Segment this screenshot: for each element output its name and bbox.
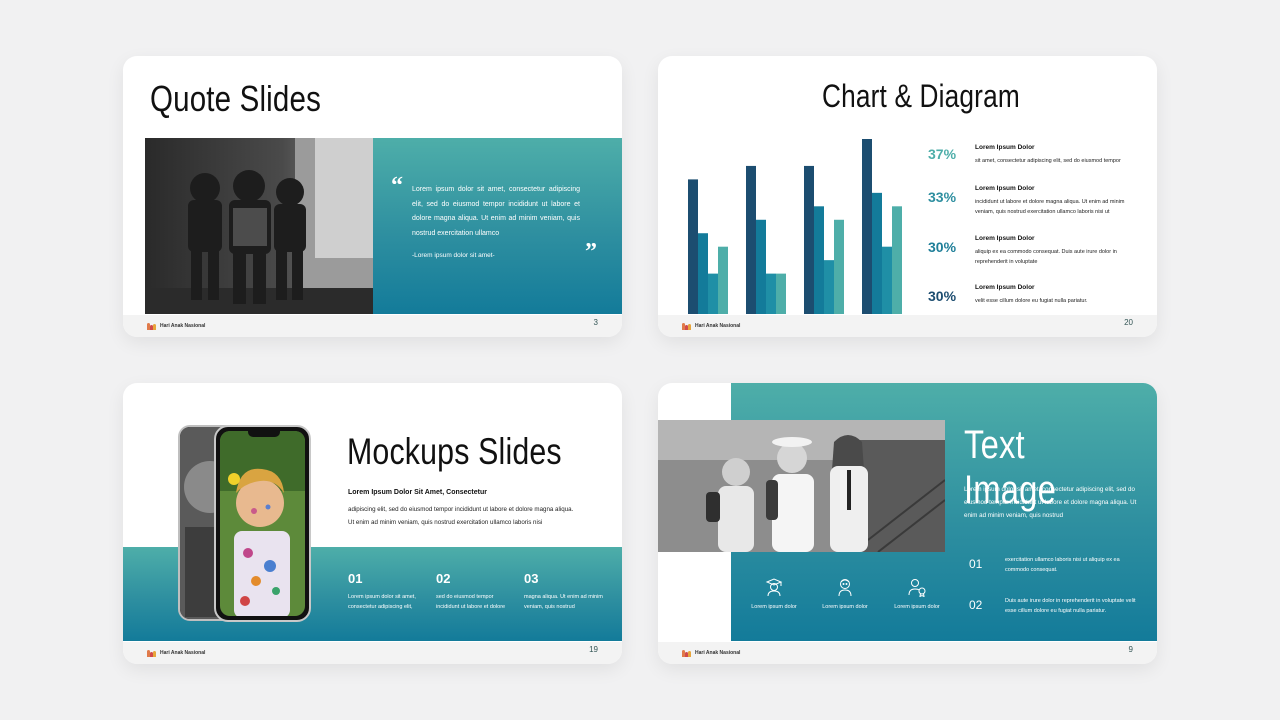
page-number: 3 <box>593 317 598 327</box>
icon-item: Lorem ipsum dolor <box>813 577 877 613</box>
bar-group1-series1 <box>688 179 698 314</box>
icon-label: Lorem ipsum dolor <box>894 604 940 610</box>
step-text: magna aliqua. Ut enim ad minim veniam, q… <box>524 594 603 611</box>
icon-label: Lorem ipsum dolor <box>822 604 868 610</box>
child-icon <box>838 579 852 597</box>
slide-footer: Hari Anak Nasional 20 <box>658 315 1157 337</box>
stat-text: aliquip ex ea commodo consequat. Duis au… <box>975 249 1117 266</box>
stat-heading: Lorem Ipsum Dolor <box>975 284 1035 291</box>
quote-attribution: -Lorem ipsum dolor sit amet- <box>412 252 495 259</box>
person-award-icon <box>908 579 926 597</box>
phone-screen-photo <box>220 431 305 616</box>
step-item: 02 sed do eiusmod tempor incididunt ut l… <box>436 571 516 613</box>
slide-title: Chart & Diagram <box>822 78 1020 114</box>
item-number: 02 <box>969 598 983 612</box>
bar-group2-series1 <box>746 165 756 314</box>
stat-text: sit amet, consectetur adipiscing elit, s… <box>975 158 1121 164</box>
students-photo <box>658 420 945 552</box>
slide-footer: Hari Anak Nasional 9 <box>658 642 1157 664</box>
logo-text: Hari Anak Nasional <box>695 650 741 656</box>
page-number: 19 <box>589 644 598 654</box>
slide-title: Quote Slides <box>150 78 321 119</box>
bar-group1-series4 <box>718 246 728 314</box>
brand-logo: Hari Anak Nasional <box>682 322 741 330</box>
slide-mockups[interactable]: Mockups Slides Lorem Ipsum Dolor Sit Ame… <box>123 383 622 664</box>
logo-text: Hari Anak Nasional <box>160 323 206 329</box>
slide-footer: Hari Anak Nasional 19 <box>123 642 622 664</box>
slide-body-line2: Ut enim ad minim veniam, quis nostrud ex… <box>348 519 543 526</box>
item-text: exercitation ullamco laboris nisi ut ali… <box>1005 557 1120 574</box>
stat-text: velit esse cillum dolore eu fugiat nulla… <box>975 298 1088 304</box>
stat-heading: Lorem Ipsum Dolor <box>975 185 1035 192</box>
stat-value: 30% <box>928 239 957 255</box>
bar-group4-series2 <box>872 192 882 314</box>
logo-icon <box>147 649 156 657</box>
bar-group4-series1 <box>862 139 872 314</box>
brand-logo: Hari Anak Nasional <box>682 649 741 657</box>
brand-logo: Hari Anak Nasional <box>147 649 206 657</box>
bar-group2-series3 <box>766 273 776 314</box>
slide-title: Mockups Slides <box>347 431 562 472</box>
stat-heading: Lorem Ipsum Dolor <box>975 235 1035 242</box>
bar-group2-series4 <box>776 273 786 314</box>
bar-group4-series4 <box>892 206 902 314</box>
slide-body: Lorem ipsum dolor sit amet, consectetur … <box>964 486 1137 520</box>
bar-group3-series1 <box>804 165 814 314</box>
item-number: 01 <box>969 557 983 571</box>
page-number: 9 <box>1128 644 1133 654</box>
logo-text: Hari Anak Nasional <box>695 323 741 329</box>
bar-group2-series2 <box>756 219 766 314</box>
stat-text: incididunt ut labore et dolore magna ali… <box>975 199 1125 216</box>
slide-body-line1: adipiscing elit, sed do eiusmod tempor i… <box>348 506 574 513</box>
bar-chart <box>688 139 902 314</box>
slide-subtitle: Lorem Ipsum Dolor Sit Amet, Consectetur <box>348 489 487 496</box>
logo-text: Hari Anak Nasional <box>160 650 206 656</box>
bar-group3-series4 <box>834 219 844 314</box>
step-number: 03 <box>524 571 539 586</box>
quote-text: Lorem ipsum dolor sit amet, consectetur … <box>412 186 580 238</box>
slide-footer: Hari Anak Nasional 3 <box>123 315 622 337</box>
stat-value: 33% <box>928 189 957 205</box>
brand-logo: Hari Anak Nasional <box>147 322 206 330</box>
step-item: 03 magna aliqua. Ut enim ad minim veniam… <box>524 571 604 613</box>
children-photo <box>145 138 373 314</box>
stat-value: 37% <box>928 146 957 162</box>
step-text: Lorem ipsum dolor sit amet, consectetur … <box>348 594 416 611</box>
icon-item: Lorem ipsum dolor <box>885 577 949 613</box>
bar-group4-series3 <box>882 246 892 314</box>
icon-label: Lorem ipsum dolor <box>751 604 797 610</box>
step-item: 01 Lorem ipsum dolor sit amet, consectet… <box>348 571 428 613</box>
quote-close-mark: ” <box>585 239 597 265</box>
bar-group3-series3 <box>824 260 834 314</box>
stat-value: 30% <box>928 288 957 304</box>
page-number: 20 <box>1124 317 1133 327</box>
stat-heading: Lorem Ipsum Dolor <box>975 144 1035 151</box>
bar-group1-series2 <box>698 233 708 314</box>
item-text: Duis aute irure dolor in reprehenderit i… <box>1005 598 1136 615</box>
slide-text-image[interactable]: Text Image Lorem ipsum dolor sit amet, c… <box>658 383 1157 664</box>
step-text: sed do eiusmod tempor incididunt ut labo… <box>436 594 506 611</box>
phone-notch <box>248 431 280 437</box>
logo-icon <box>682 322 691 330</box>
bar-group1-series3 <box>708 273 718 314</box>
step-number: 01 <box>348 571 363 586</box>
step-number: 02 <box>436 571 451 586</box>
bar-group3-series2 <box>814 206 824 314</box>
slide-chart[interactable]: Chart & Diagram 37% Lorem Ipsum Dolor si… <box>658 56 1157 337</box>
quote-open-mark: “ <box>391 173 403 199</box>
graduate-icon <box>765 578 783 597</box>
logo-icon <box>682 649 691 657</box>
slide-quote[interactable]: Quote Slides “ Lorem ipsum dolor sit ame… <box>123 56 622 337</box>
icon-item: Lorem ipsum dolor <box>742 577 806 613</box>
logo-icon <box>147 322 156 330</box>
phone-front <box>214 425 311 622</box>
